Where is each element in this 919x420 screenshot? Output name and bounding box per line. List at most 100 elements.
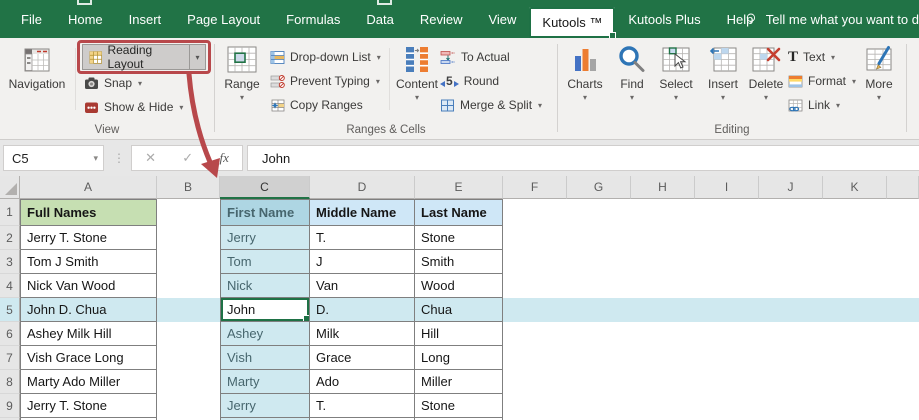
cell[interactable] [567,298,631,322]
cell[interactable] [567,274,631,298]
active-cell[interactable]: John [220,298,310,322]
cell[interactable] [631,226,695,250]
cell[interactable] [567,322,631,346]
cell[interactable] [695,298,759,322]
cell[interactable] [567,250,631,274]
cell[interactable] [157,226,220,250]
cell[interactable]: T. [310,394,415,418]
cell[interactable]: Jerry [220,394,310,418]
cell[interactable] [503,298,567,322]
cell[interactable]: Vish [220,346,310,370]
row-header[interactable]: 1 [0,199,20,226]
column-header[interactable]: I [695,176,759,199]
cell[interactable] [759,322,823,346]
more-button[interactable]: More ▾ [856,42,902,118]
row-header[interactable]: 5 [0,298,20,322]
cell[interactable] [157,370,220,394]
show-hide-button[interactable]: Show & Hide ▾ [84,96,183,118]
cell[interactable] [157,322,220,346]
formula-bar-drag-handle[interactable]: ⋮ [113,145,125,171]
cell[interactable] [503,346,567,370]
cell[interactable] [887,226,919,250]
row-header[interactable]: 4 [0,274,20,298]
ribbon-tab[interactable]: File [8,0,55,38]
cell[interactable] [759,250,823,274]
cell[interactable] [157,199,220,226]
cancel-icon[interactable]: ✕ [145,150,156,166]
format-button[interactable]: Format ▾ [788,70,856,92]
cell[interactable]: Grace [310,346,415,370]
cell[interactable]: Marty [220,370,310,394]
cell[interactable]: Middle Name [310,199,415,226]
column-header[interactable]: G [567,176,631,199]
cell[interactable] [823,322,887,346]
cell[interactable]: Stone [415,226,503,250]
row-header[interactable]: 7 [0,346,20,370]
cell[interactable] [759,199,823,226]
cell[interactable] [823,250,887,274]
cell[interactable] [759,274,823,298]
cell[interactable]: D. [310,298,415,322]
cell[interactable] [759,370,823,394]
cell[interactable] [823,274,887,298]
row-header[interactable]: 6 [0,322,20,346]
cell[interactable] [503,199,567,226]
column-header[interactable]: J [759,176,823,199]
cell[interactable] [631,298,695,322]
cell[interactable] [823,199,887,226]
row-header[interactable]: 3 [0,250,20,274]
cell[interactable]: Nick Van Wood [20,274,157,298]
column-header-partial[interactable] [887,176,919,199]
row-header[interactable]: 2 [0,226,20,250]
cell[interactable]: Vish Grace Long [20,346,157,370]
column-header[interactable]: C [220,176,310,199]
column-header[interactable]: H [631,176,695,199]
cell[interactable] [631,199,695,226]
cell[interactable] [567,346,631,370]
cell[interactable] [759,346,823,370]
cell[interactable]: Tom J Smith [20,250,157,274]
select-button[interactable]: Select ▾ [652,42,700,118]
row-header[interactable]: 9 [0,394,20,418]
delete-button[interactable]: Delete ▾ [744,42,788,118]
dropdown-list-button[interactable]: Drop-down List ▾ [270,46,381,68]
ribbon-tab[interactable]: Home [55,0,116,38]
column-header[interactable]: F [503,176,567,199]
cell[interactable] [157,394,220,418]
ribbon-tab[interactable]: Data [353,0,406,38]
cell[interactable] [887,394,919,418]
column-header[interactable]: D [310,176,415,199]
cell[interactable]: Stone [415,394,503,418]
column-header[interactable]: B [157,176,220,199]
cell[interactable] [823,394,887,418]
cell[interactable]: J [310,250,415,274]
cell[interactable]: Jerry [220,226,310,250]
insert-function-icon[interactable]: fx [219,150,228,166]
cell[interactable]: Tom [220,250,310,274]
cell[interactable] [157,298,220,322]
insert-button[interactable]: Insert ▾ [702,42,744,118]
cell[interactable]: Hill [415,322,503,346]
cell[interactable]: John D. Chua [20,298,157,322]
ribbon-tab[interactable]: Insert [116,0,175,38]
ribbon-tab[interactable]: View [475,0,529,38]
reading-layout-dropdown[interactable]: ▾ [189,45,205,69]
ribbon-tab[interactable]: Kutools Plus [615,0,713,38]
range-button[interactable]: Range ▾ [218,42,266,118]
charts-button[interactable]: Charts ▾ [562,42,608,118]
cell[interactable] [503,226,567,250]
cell[interactable] [887,274,919,298]
cell[interactable] [631,250,695,274]
reading-layout-button[interactable]: Reading Layout ▾ [82,43,206,71]
cell[interactable] [695,199,759,226]
content-button[interactable]: Content ▾ [392,42,442,118]
to-actual-button[interactable]: To Actual [440,46,510,68]
cell[interactable]: Miller [415,370,503,394]
column-header[interactable]: A [20,176,157,199]
cell[interactable] [887,346,919,370]
cell[interactable]: Last Name [415,199,503,226]
merge-split-button[interactable]: Merge & Split ▾ [440,94,542,116]
cell[interactable]: Jerry T. Stone [20,226,157,250]
cell[interactable] [887,298,919,322]
cell[interactable] [631,394,695,418]
